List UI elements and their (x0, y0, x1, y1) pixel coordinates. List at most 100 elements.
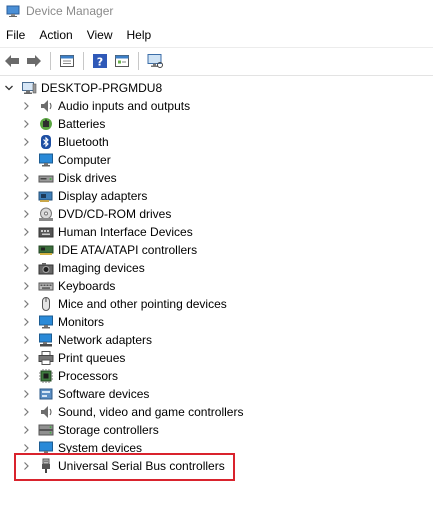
tree-item-processors[interactable]: Processors (0, 367, 433, 385)
chevron-right-icon[interactable] (20, 259, 32, 277)
tree-item-label: Storage controllers (58, 423, 159, 437)
chevron-down-icon[interactable] (3, 79, 15, 97)
speaker-icon (38, 98, 54, 114)
tree-item-label: Display adapters (58, 189, 148, 203)
disk-drive-icon (38, 170, 54, 186)
tree-item-audio-inputs[interactable]: Audio inputs and outputs (0, 97, 433, 115)
tree-root[interactable]: DESKTOP-PRGMDU8 (0, 79, 433, 97)
processor-icon (38, 368, 54, 384)
ide-controller-icon (38, 242, 54, 258)
desktop-computer-icon (21, 80, 37, 96)
tree-item-software-devices[interactable]: Software devices (0, 385, 433, 403)
bluetooth-icon (38, 134, 54, 150)
chevron-right-icon[interactable] (20, 223, 32, 241)
hid-icon (38, 224, 54, 240)
chevron-right-icon[interactable] (20, 385, 32, 403)
chevron-right-icon[interactable] (20, 313, 32, 331)
tree-item-ide-controllers[interactable]: IDE ATA/ATAPI controllers (0, 241, 433, 259)
device-tree: DESKTOP-PRGMDU8 Audio inputs and outputs… (0, 79, 433, 475)
tree-item-batteries[interactable]: Batteries (0, 115, 433, 133)
toolbar-separator (83, 52, 84, 70)
chevron-right-icon[interactable] (20, 205, 32, 223)
forward-arrow-icon[interactable] (24, 51, 44, 71)
chevron-right-icon[interactable] (20, 421, 32, 439)
keyboard-icon (38, 278, 54, 294)
tree-item-label: Batteries (58, 117, 106, 131)
tree-item-label: Imaging devices (58, 261, 145, 275)
chevron-right-icon[interactable] (20, 403, 32, 421)
properties-icon[interactable] (57, 51, 77, 71)
device-manager-icon (6, 4, 20, 18)
tree-item-label: Network adapters (58, 333, 153, 347)
mouse-icon (38, 296, 54, 312)
tree-item-dvd-drives[interactable]: DVD/CD-ROM drives (0, 205, 433, 223)
chevron-right-icon[interactable] (20, 115, 32, 133)
tree-item-label: Keyboards (58, 279, 116, 293)
tree-item-hid[interactable]: Human Interface Devices (0, 223, 433, 241)
chevron-right-icon[interactable] (20, 331, 32, 349)
back-arrow-icon[interactable] (2, 51, 22, 71)
tree-item-disk-drives[interactable]: Disk drives (0, 169, 433, 187)
menu-help[interactable]: Help (120, 24, 159, 46)
toolbar: ? (0, 48, 433, 74)
tree-item-label: IDE ATA/ATAPI controllers (58, 243, 198, 257)
tree-item-label: Audio inputs and outputs (58, 99, 191, 113)
monitor-icon (38, 314, 54, 330)
software-device-icon (38, 386, 54, 402)
computer-icon (38, 152, 54, 168)
menu-bar: File Action View Help (0, 24, 158, 46)
title-bar: Device Manager (0, 0, 433, 22)
tree-item-computer[interactable]: Computer (0, 151, 433, 169)
chevron-right-icon[interactable] (20, 349, 32, 367)
chevron-right-icon[interactable] (20, 295, 32, 313)
tree-item-network-adapters[interactable]: Network adapters (0, 331, 433, 349)
help-icon[interactable]: ? (90, 51, 110, 71)
tree-item-label: Bluetooth (58, 135, 109, 149)
tree-item-label: Disk drives (58, 171, 117, 185)
storage-controller-icon (38, 422, 54, 438)
tree-item-label: Monitors (58, 315, 105, 329)
tree-item-label: Computer (58, 153, 111, 167)
tree-item-label: Mice and other pointing devices (58, 297, 227, 311)
tree-item-label: Human Interface Devices (58, 225, 193, 239)
chevron-right-icon[interactable] (20, 367, 32, 385)
tree-root-label: DESKTOP-PRGMDU8 (41, 81, 163, 95)
toolbar-separator (138, 52, 139, 70)
tree-item-print-queues[interactable]: Print queues (0, 349, 433, 367)
show-hidden-icon[interactable] (112, 51, 132, 71)
tree-item-imaging-devices[interactable]: Imaging devices (0, 259, 433, 277)
tree-item-label: Sound, video and game controllers (58, 405, 244, 419)
chevron-right-icon[interactable] (20, 241, 32, 259)
menu-file[interactable]: File (0, 24, 32, 46)
tree-item-label: Print queues (58, 351, 126, 365)
tree-item-label: DVD/CD-ROM drives (58, 207, 172, 221)
camera-icon (38, 260, 54, 276)
menu-action[interactable]: Action (32, 24, 79, 46)
tree-item-sound-controllers[interactable]: Sound, video and game controllers (0, 403, 433, 421)
display-adapter-icon (38, 188, 54, 204)
chevron-right-icon[interactable] (20, 151, 32, 169)
toolbar-separator (50, 52, 51, 70)
chevron-right-icon[interactable] (20, 97, 32, 115)
tree-item-storage-controllers[interactable]: Storage controllers (0, 421, 433, 439)
chevron-right-icon[interactable] (20, 187, 32, 205)
battery-icon (38, 116, 54, 132)
tree-item-monitors[interactable]: Monitors (0, 313, 433, 331)
tree-item-keyboards[interactable]: Keyboards (0, 277, 433, 295)
tree-item-bluetooth[interactable]: Bluetooth (0, 133, 433, 151)
chevron-right-icon[interactable] (20, 133, 32, 151)
tree-item-mice[interactable]: Mice and other pointing devices (0, 295, 433, 313)
toolbar-bottom-divider (0, 75, 433, 76)
sound-controller-icon (38, 404, 54, 420)
chevron-right-icon[interactable] (20, 169, 32, 187)
monitor-scan-icon[interactable] (145, 51, 165, 71)
dvd-icon (38, 206, 54, 222)
highlight-box (14, 453, 235, 481)
window-title: Device Manager (26, 4, 114, 18)
tree-item-display-adapters[interactable]: Display adapters (0, 187, 433, 205)
menu-view[interactable]: View (80, 24, 120, 46)
tree-item-label: Software devices (58, 387, 150, 401)
printer-icon (38, 350, 54, 366)
chevron-right-icon[interactable] (20, 277, 32, 295)
network-adapter-icon (38, 332, 54, 348)
